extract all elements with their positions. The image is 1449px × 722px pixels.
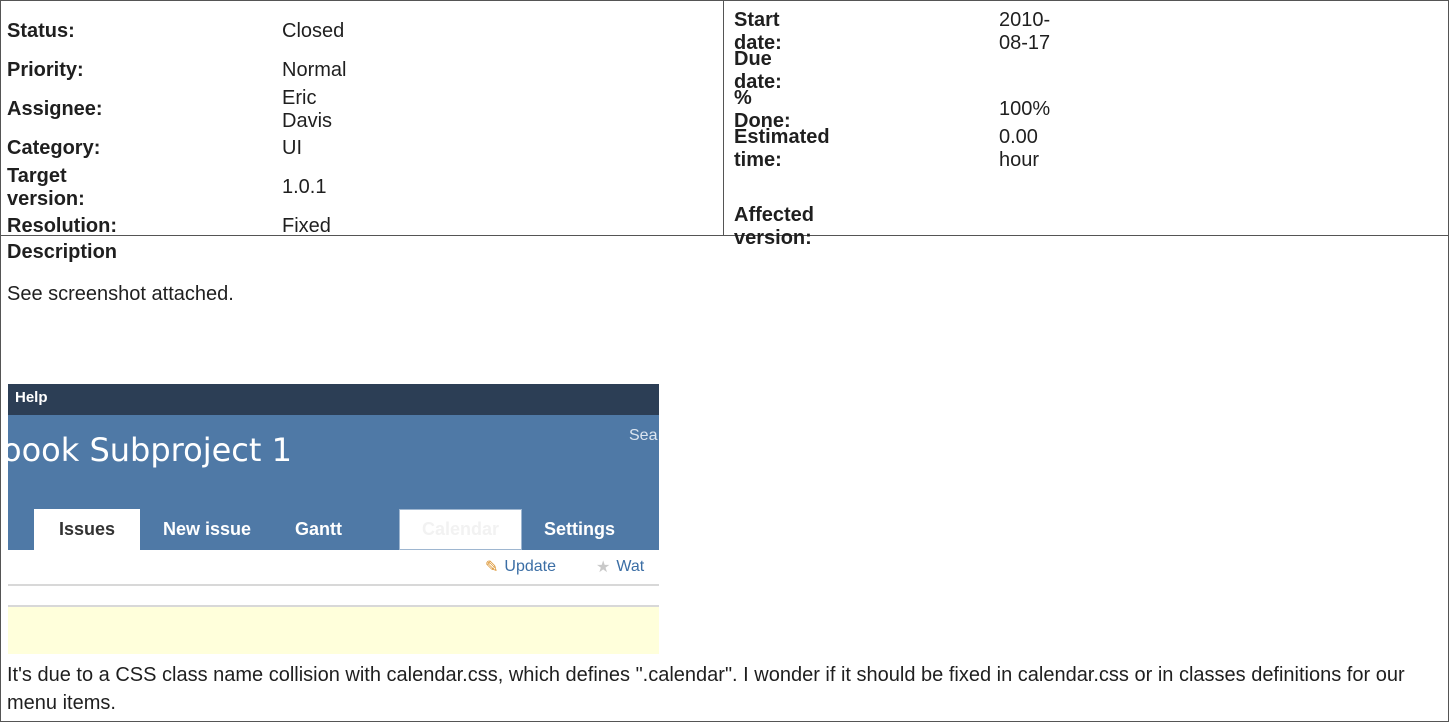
description-text: See screenshot attached. [7,283,234,305]
pencil-icon: ✎ [485,559,499,576]
screenshot-update-label: Update [504,558,556,575]
description-footer: It's due to a CSS class name collision w… [7,664,1405,714]
attr-value: Fixed [282,215,331,237]
attr-value: Eric Davis [282,86,333,132]
screenshot-header: oook Subproject 1 Sea Issues New issue G… [8,415,659,550]
screenshot-divider [8,584,659,586]
screenshot-project-title: oook Subproject 1 [8,431,292,469]
screenshot-watch-label: Wat [616,558,645,575]
attributes-table: Status: Closed Priority: Normal Assignee… [1,1,1448,249]
screenshot-search-label: Sea [629,427,658,444]
column-divider [723,1,724,235]
attached-screenshot: Help oook Subproject 1 Sea Issues New is… [8,384,659,654]
attr-value: 100% [999,98,1051,120]
star-icon: ★ [596,559,611,576]
screenshot-tab-gantt: Gantt [295,518,342,539]
screenshot-tab-calendar: Calendar [399,509,522,550]
attr-label: Assignee: [7,98,103,120]
attr-label: Affected version: [734,203,815,249]
screenshot-watch-action: ★ Wat [596,557,644,577]
screenshot-tab-settings: Settings [544,518,616,539]
attr-value: 2010-08-17 [999,8,1051,54]
attr-value: 0.00 hour [999,125,1040,171]
attr-label: Category: [7,137,101,159]
attr-label: Estimated time: [734,125,830,171]
attr-label: Status: [7,20,75,42]
screenshot-tab-new-issue: New issue [163,518,252,539]
attr-label: Target version: [7,164,85,210]
attr-value: UI [282,137,302,159]
attr-value: Closed [282,20,345,42]
attr-label: Priority: [7,59,84,81]
screenshot-update-action: ✎ Update [485,557,556,577]
description-heading: Description [7,241,118,263]
issue-details: Status: Closed Priority: Normal Assignee… [0,0,1449,722]
screenshot-actions: ✎ Update ★ Wat [8,550,659,586]
screenshot-help-link: Help [15,389,48,406]
attr-label: Resolution: [7,215,117,237]
screenshot-tab-issues: Issues [34,509,140,550]
screenshot-top-menu: Help [8,384,659,415]
attr-value: 1.0.1 [282,176,327,198]
screenshot-notice-bar [8,607,659,654]
attr-value: Normal [282,59,347,81]
